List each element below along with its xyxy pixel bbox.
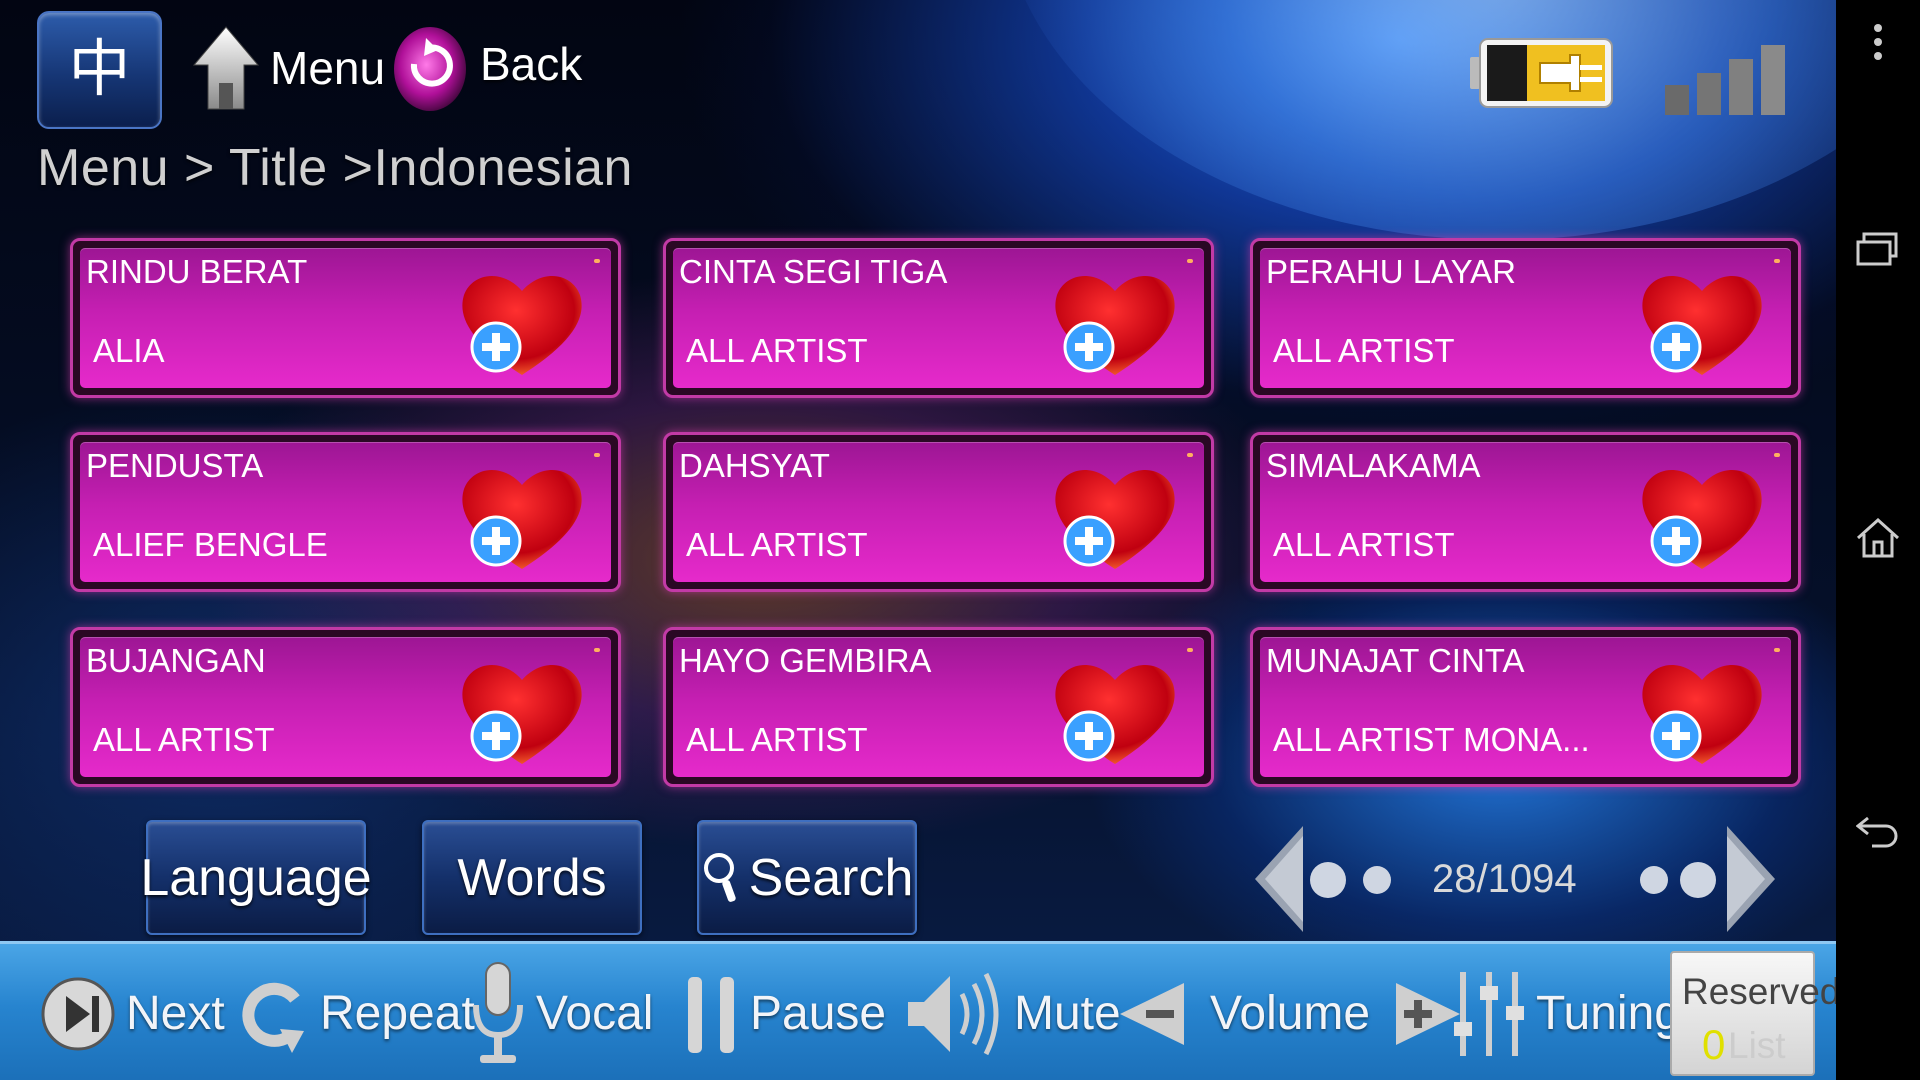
- recent-apps-button[interactable]: [1836, 232, 1920, 268]
- song-artist: ALIEF BENGLE: [93, 526, 328, 563]
- next-button[interactable]: Next: [40, 944, 225, 1080]
- heart-add-icon[interactable]: [1632, 457, 1772, 577]
- song-title: PERAHU LAYAR: [1266, 253, 1517, 290]
- mute-button[interactable]: Mute: [904, 944, 1121, 1080]
- planet-background: [1000, 0, 1836, 240]
- song-card[interactable]: DAHSYAT ALL ARTIST: [663, 432, 1214, 592]
- heart-add-icon[interactable]: [1632, 263, 1772, 383]
- reserved-list-button[interactable]: Reserved List 0: [1670, 951, 1836, 1076]
- page-dot: [1640, 866, 1668, 894]
- home-nav-icon: [1856, 518, 1900, 558]
- next-label: Next: [126, 987, 225, 1040]
- song-card[interactable]: SIMALAKAMA ALL ARTIST: [1250, 432, 1801, 592]
- page-dot: [1363, 866, 1391, 894]
- song-card[interactable]: PERAHU LAYAR ALL ARTIST: [1250, 238, 1801, 398]
- repeat-button[interactable]: Repeat: [240, 944, 475, 1080]
- song-card[interactable]: CINTA SEGI TIGA ALL ARTIST: [663, 238, 1214, 398]
- equalizer-icon: [1454, 971, 1524, 1056]
- song-artist: ALL ARTIST: [686, 526, 868, 563]
- karaoke-app: 中 Menu Back Menu > Title >Indonesian RIN…: [0, 0, 1836, 1080]
- song-card[interactable]: PENDUSTA ALIEF BENGLE: [70, 432, 621, 592]
- microphone-icon: [473, 961, 523, 1063]
- vocal-button[interactable]: Vocal: [470, 944, 653, 1080]
- song-card[interactable]: BUJANGAN ALL ARTIST: [70, 627, 621, 787]
- pause-icon: [688, 976, 734, 1053]
- tuning-label: Tuning: [1536, 987, 1681, 1040]
- home-nav-button[interactable]: [1836, 518, 1920, 558]
- song-card[interactable]: RINDU BERAT ALIA: [70, 238, 621, 398]
- song-title: HAYO GEMBIRA: [679, 642, 932, 679]
- menu-label: Menu: [270, 42, 386, 94]
- volume-up-icon[interactable]: [1380, 979, 1461, 1049]
- playback-control-bar: Next Repeat Vocal Pause Mute Volume Tuni…: [0, 941, 1836, 1080]
- next-page-button[interactable]: [1727, 826, 1775, 932]
- heart-add-icon[interactable]: [452, 263, 592, 383]
- page-counter: 28/1094: [1432, 857, 1577, 901]
- back-nav-button[interactable]: [1836, 812, 1920, 848]
- song-title: MUNAJAT CINTA: [1266, 642, 1525, 679]
- battery-charging-icon: [1470, 38, 1613, 108]
- heart-add-icon[interactable]: [452, 652, 592, 772]
- search-icon: [703, 852, 736, 902]
- heart-add-icon[interactable]: [1045, 263, 1185, 383]
- reserved-list-label: List: [1728, 1025, 1786, 1066]
- heart-add-icon[interactable]: [452, 457, 592, 577]
- heart-add-icon[interactable]: [1045, 457, 1185, 577]
- song-title: DAHSYAT: [679, 447, 830, 484]
- back-label: Back: [480, 38, 583, 90]
- repeat-icon: [242, 982, 304, 1053]
- song-artist: ALL ARTIST: [1273, 526, 1455, 563]
- song-artist: ALL ARTIST: [93, 721, 275, 758]
- back-icon: [394, 27, 466, 111]
- language-button[interactable]: Language: [140, 820, 372, 935]
- pause-label: Pause: [750, 987, 887, 1040]
- volume-label: Volume: [1210, 987, 1371, 1040]
- tuning-button[interactable]: Tuning: [1452, 944, 1681, 1080]
- back-nav-icon: [1856, 816, 1898, 848]
- song-artist: ALL ARTIST: [1273, 332, 1455, 369]
- vocal-label: Vocal: [536, 987, 654, 1040]
- words-button[interactable]: Words: [422, 820, 642, 935]
- page-dot: [1680, 862, 1716, 898]
- search-button[interactable]: Search: [697, 820, 917, 935]
- song-title: SIMALAKAMA: [1266, 447, 1481, 484]
- words-label: Words: [457, 848, 607, 907]
- menu-button[interactable]: Menu: [192, 22, 385, 114]
- back-button[interactable]: Back: [390, 14, 582, 114]
- song-card[interactable]: HAYO GEMBIRA ALL ARTIST: [663, 627, 1214, 787]
- previous-page-button[interactable]: [1255, 826, 1303, 932]
- song-artist: ALL ARTIST MONA...: [1273, 721, 1590, 758]
- overflow-menu-icon: [1874, 24, 1882, 60]
- heart-add-icon[interactable]: [1045, 652, 1185, 772]
- song-title: PENDUSTA: [86, 447, 264, 484]
- song-card[interactable]: MUNAJAT CINTA ALL ARTIST MONA...: [1250, 627, 1801, 787]
- song-title: RINDU BERAT: [86, 253, 308, 290]
- song-artist: ALL ARTIST: [686, 721, 868, 758]
- volume-control: Volume: [1120, 944, 1461, 1080]
- home-icon: [192, 26, 260, 110]
- repeat-label: Repeat: [320, 987, 475, 1040]
- reserved-label: Reserved: [1682, 971, 1836, 1012]
- pause-button[interactable]: Pause: [684, 944, 886, 1080]
- chinese-language-label: 中: [68, 35, 131, 104]
- song-title: BUJANGAN: [86, 642, 266, 679]
- song-title: CINTA SEGI TIGA: [679, 253, 948, 290]
- recent-apps-icon: [1856, 232, 1898, 266]
- system-navigation-bar: [1836, 0, 1920, 1080]
- song-artist: ALL ARTIST: [686, 332, 868, 369]
- song-artist: ALIA: [93, 332, 165, 369]
- reserved-count: 0: [1702, 1021, 1726, 1068]
- next-icon: [41, 977, 115, 1050]
- search-label: Search: [748, 848, 914, 907]
- signal-icon: [1665, 45, 1785, 115]
- breadcrumb: Menu > Title >Indonesian: [37, 139, 633, 197]
- overflow-menu-button[interactable]: [1836, 22, 1920, 62]
- chinese-language-button[interactable]: 中: [37, 11, 162, 129]
- page-dot: [1310, 862, 1346, 898]
- heart-add-icon[interactable]: [1632, 652, 1772, 772]
- volume-down-icon[interactable]: [1120, 979, 1200, 1049]
- language-label: Language: [140, 848, 372, 907]
- speaker-icon: [908, 972, 999, 1055]
- mute-label: Mute: [1014, 987, 1121, 1040]
